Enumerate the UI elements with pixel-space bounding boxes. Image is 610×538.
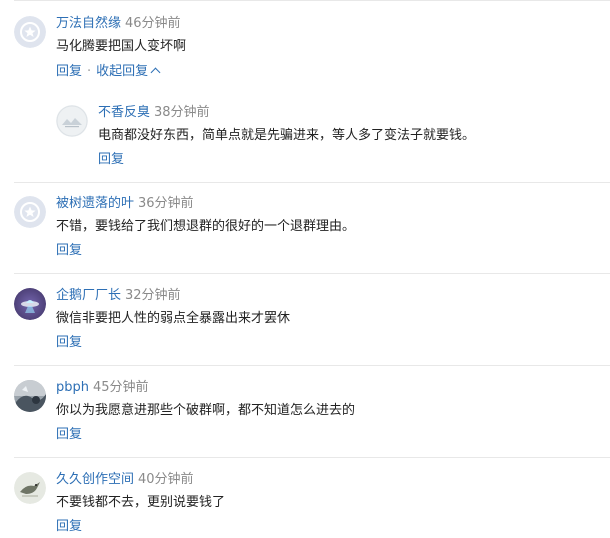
username-link[interactable]: 企鹅厂厂长 xyxy=(56,288,121,303)
comment-text: 微信非要把人性的弱点全暴露出来才罢休 xyxy=(56,311,291,326)
reply-button[interactable]: 回复 xyxy=(56,64,82,79)
comment-text: 你以为我愿意进那些个破群啊，都不知道怎么进去的 xyxy=(56,403,356,418)
reply-button[interactable]: 回复 xyxy=(56,243,82,258)
comment-actions: 回复 · 收起回复 xyxy=(56,63,161,81)
reply-meta: 不香反臭 38分钟前 xyxy=(98,104,210,122)
timestamp: 36分钟前 xyxy=(138,196,194,211)
comment-meta: pbph 45分钟前 xyxy=(56,379,149,397)
comment-meta: 万法自然缘 46分钟前 xyxy=(56,15,181,33)
top-divider xyxy=(14,0,610,1)
photo-avatar-icon xyxy=(14,380,46,412)
ufo-avatar-icon xyxy=(14,288,46,320)
timestamp: 46分钟前 xyxy=(125,16,181,31)
comment-actions: 回复 xyxy=(56,426,82,444)
comment-text: 不要钱都不去，更别说要钱了 xyxy=(56,495,226,510)
timestamp: 45分钟前 xyxy=(93,380,149,395)
collapse-label: 收起回复 xyxy=(96,64,149,79)
avatar[interactable] xyxy=(14,380,46,412)
comment-actions: 回复 xyxy=(56,518,82,536)
username-link[interactable]: 万法自然缘 xyxy=(56,16,121,31)
comment-meta: 久久创作空间 40分钟前 xyxy=(56,471,194,489)
avatar[interactable] xyxy=(14,288,46,320)
comment-meta: 被树遗落的叶 36分钟前 xyxy=(56,195,194,213)
reply-button[interactable]: 回复 xyxy=(98,152,124,167)
avatar[interactable] xyxy=(56,105,88,137)
avatar[interactable] xyxy=(14,472,46,504)
default-star-avatar-icon xyxy=(14,16,46,48)
comment-text: 马化腾要把国人变坏啊 xyxy=(56,39,187,54)
timestamp: 32分钟前 xyxy=(125,288,181,303)
divider xyxy=(14,457,610,458)
comment-actions: 回复 xyxy=(56,334,82,352)
reply-button[interactable]: 回复 xyxy=(56,335,82,350)
username-link[interactable]: 不香反臭 xyxy=(98,105,150,120)
reply-button[interactable]: 回复 xyxy=(56,519,82,534)
username-link[interactable]: 久久创作空间 xyxy=(56,472,134,487)
chevron-up-icon xyxy=(150,67,161,78)
avatar[interactable] xyxy=(14,196,46,228)
reply-actions: 回复 xyxy=(98,151,124,169)
collapse-replies-button[interactable]: 收起回复 xyxy=(96,64,161,79)
username-link[interactable]: 被树遗落的叶 xyxy=(56,196,134,211)
username-link[interactable]: pbph xyxy=(56,380,89,395)
avatar[interactable] xyxy=(14,16,46,48)
comment-actions: 回复 xyxy=(56,242,82,260)
comment-meta: 企鹅厂厂长 32分钟前 xyxy=(56,287,181,305)
divider xyxy=(14,365,610,366)
timestamp: 40分钟前 xyxy=(138,472,194,487)
bird-avatar-icon xyxy=(14,472,46,504)
divider xyxy=(14,182,610,183)
comment-text: 不错，要钱给了我们想退群的很好的一个退群理由。 xyxy=(56,219,356,234)
reply-button[interactable]: 回复 xyxy=(56,427,82,442)
default-star-avatar-icon xyxy=(14,196,46,228)
reply-text: 电商都没好东西，简单点就是先骗进来，等人多了变法子就要钱。 xyxy=(98,128,476,143)
landscape-avatar-icon xyxy=(56,105,88,137)
timestamp: 38分钟前 xyxy=(154,105,210,120)
separator-dot: · xyxy=(87,64,92,79)
divider xyxy=(14,273,610,274)
